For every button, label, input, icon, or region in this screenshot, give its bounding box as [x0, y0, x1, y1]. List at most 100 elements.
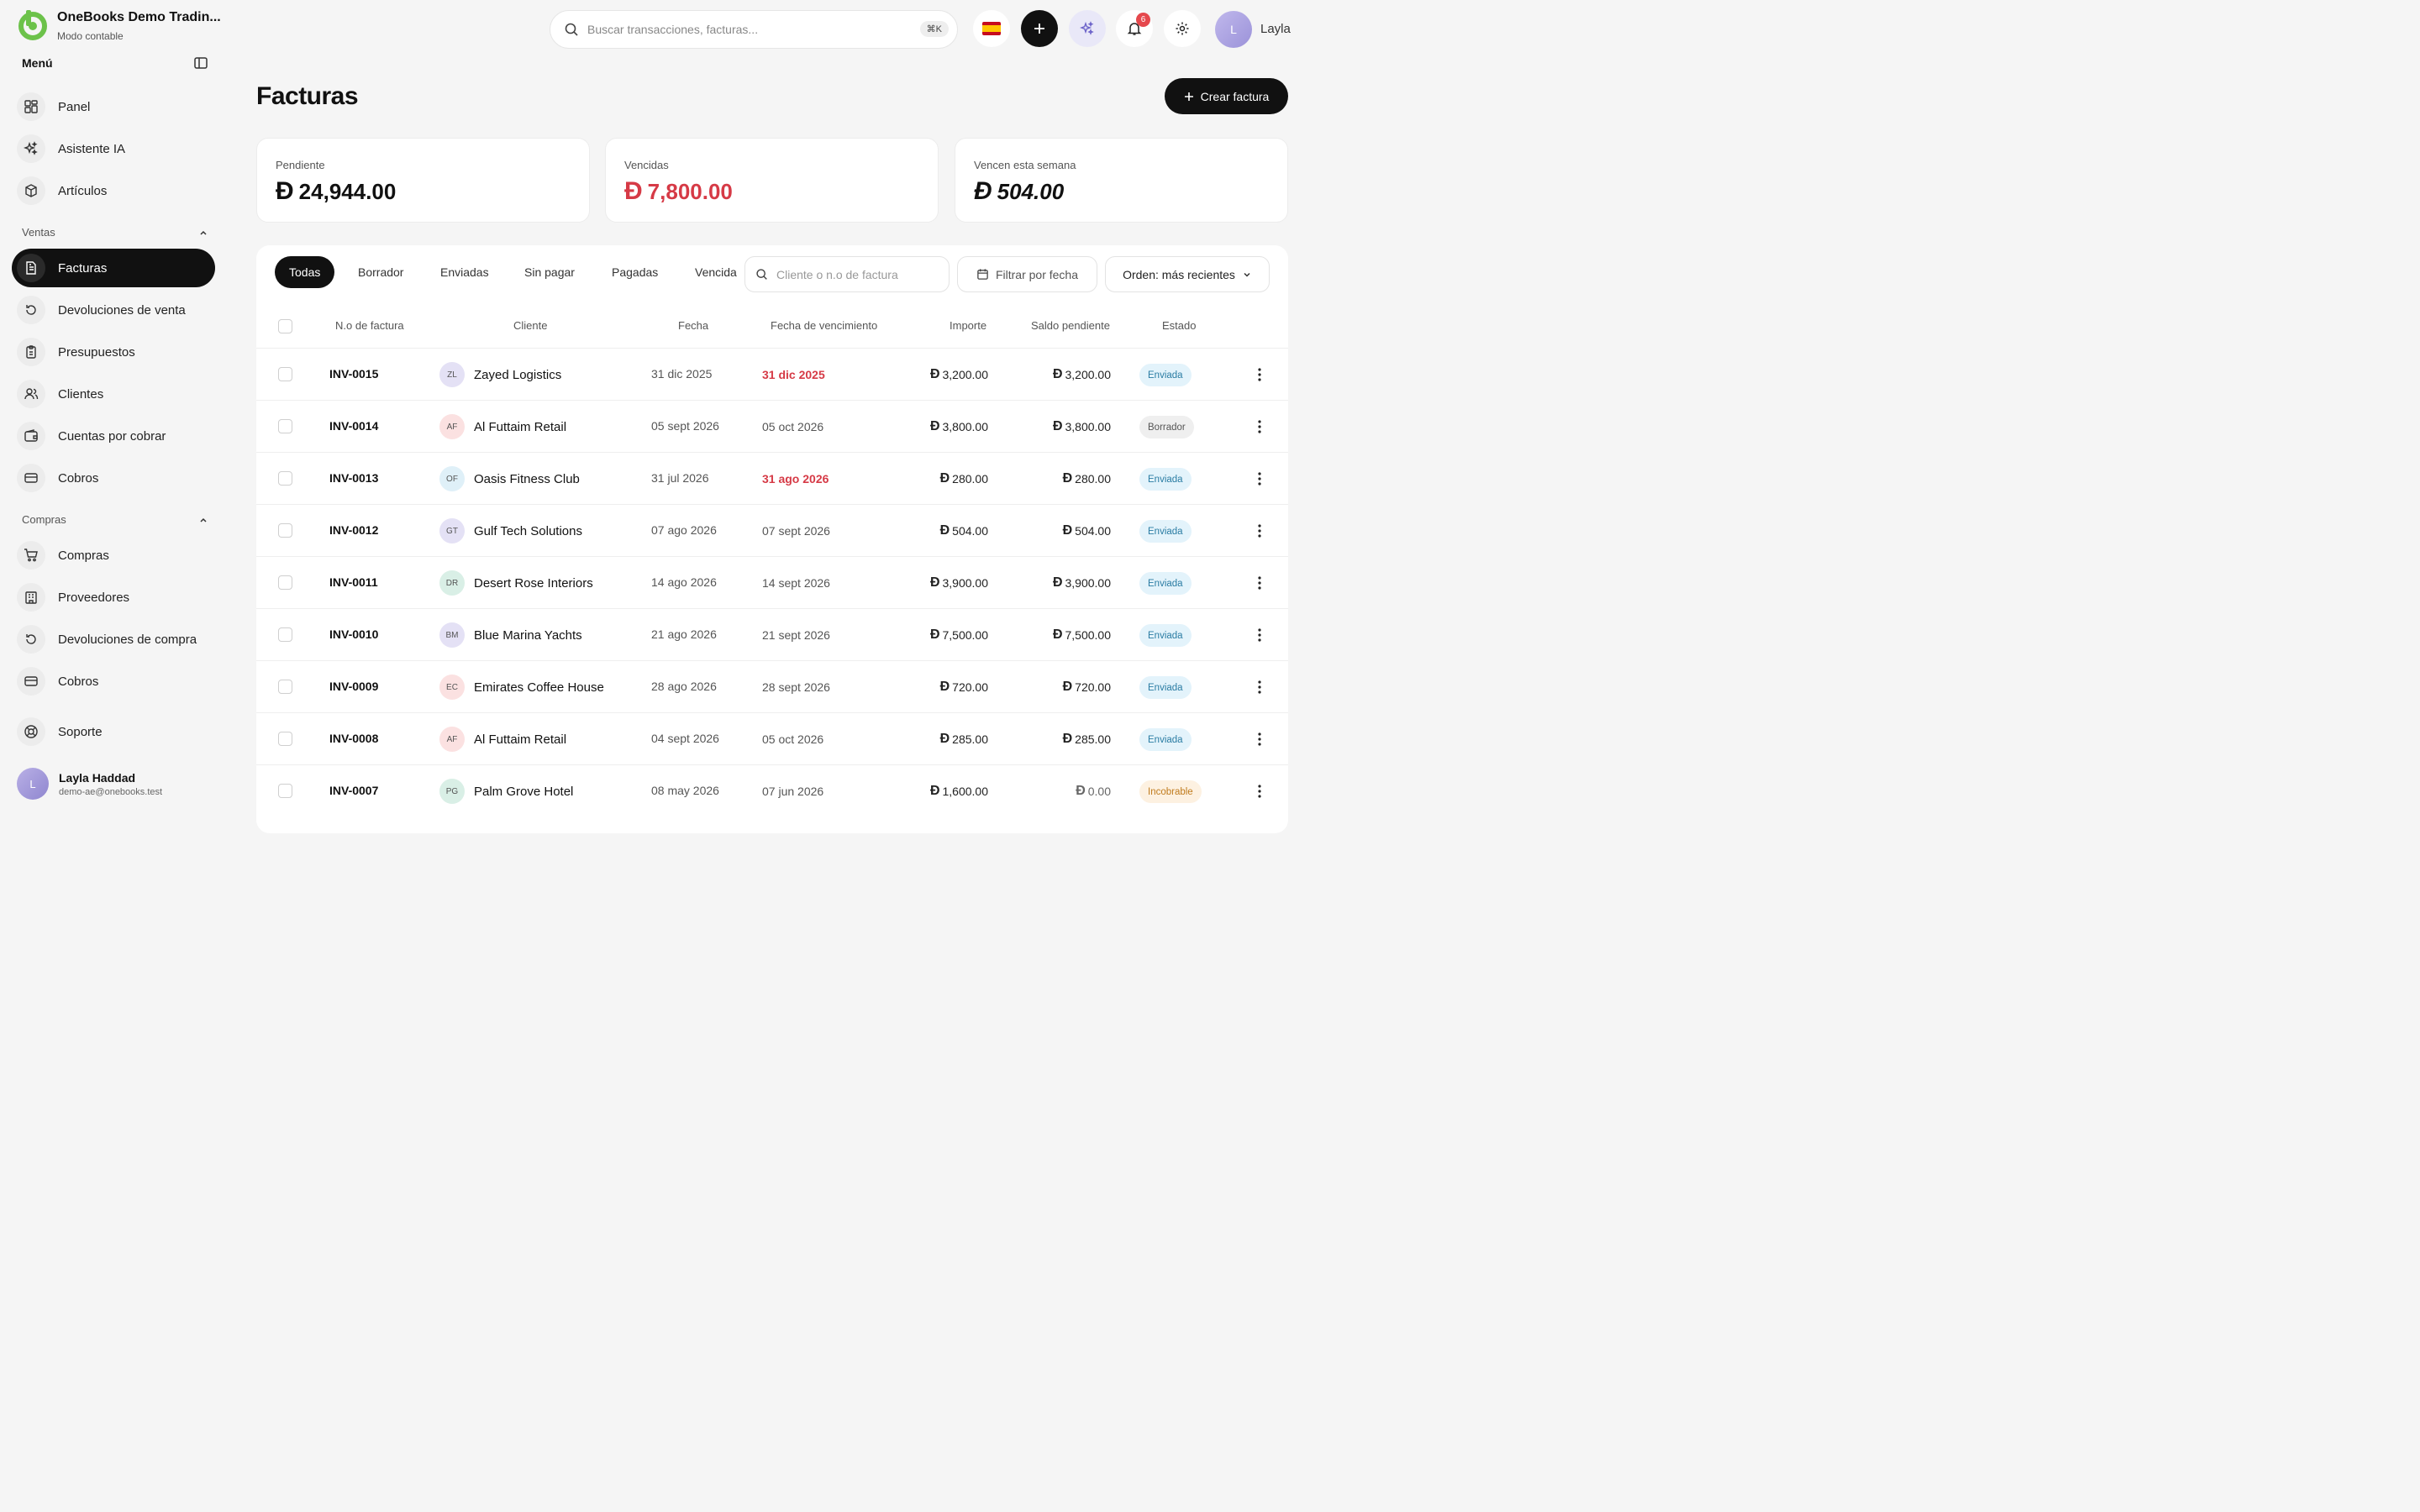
row-actions-button[interactable] [1253, 522, 1266, 540]
tab-draft[interactable]: Borrador [358, 256, 403, 288]
amount-value: 720.00 [952, 680, 988, 694]
col-balance[interactable]: Saldo pendiente [1031, 319, 1110, 332]
col-date[interactable]: Fecha [678, 319, 708, 332]
date-filter-button[interactable]: Filtrar por fecha [957, 256, 1097, 292]
status-badge: Borrador [1139, 416, 1194, 438]
currency-symbol: Ð [1052, 419, 1063, 433]
invoice-number[interactable]: INV-0007 [329, 784, 378, 797]
invoice-number[interactable]: INV-0009 [329, 680, 378, 693]
row-actions-button[interactable] [1253, 626, 1266, 644]
header-user-name[interactable]: Layla [1260, 22, 1291, 36]
quick-add-button[interactable] [1021, 10, 1058, 47]
search-input[interactable] [587, 23, 907, 36]
currency-symbol: Ð [929, 627, 940, 642]
row-checkbox[interactable] [278, 732, 292, 746]
sidebar-item-label: Proveedores [58, 590, 130, 605]
sidebar-item-purchase-returns[interactable]: Devoluciones de compra [12, 620, 215, 659]
table-row[interactable]: INV-0009 EC Emirates Coffee House 28 ago 20… [256, 660, 1288, 712]
sidebar-item-clients[interactable]: Clientes [12, 375, 215, 413]
row-actions-button[interactable] [1253, 417, 1266, 436]
create-invoice-label: Crear factura [1200, 89, 1270, 103]
table-row[interactable]: INV-0007 PG Palm Grove Hotel 08 may 2026 07 … [256, 764, 1288, 816]
invoice-amount: Ð 3,900.00 [930, 575, 988, 591]
select-all-checkbox[interactable] [278, 319, 292, 333]
table-row[interactable]: INV-0011 DR Desert Rose Interiors 14 ago 20… [256, 556, 1288, 608]
sidebar-item-label: Facturas [58, 260, 108, 276]
sidebar-item-collections[interactable]: Cobros [12, 459, 215, 497]
sidebar-item-ai-assistant[interactable]: Asistente IA [12, 129, 215, 168]
currency-symbol: Ð [1052, 367, 1063, 381]
table-row[interactable]: INV-0008 AF Al Futtaim Retail 04 sept 2026 0… [256, 712, 1288, 764]
section-ventas[interactable]: Ventas [22, 226, 208, 239]
sidebar-item-payments[interactable]: Cobros [12, 662, 215, 701]
user-avatar[interactable]: L [1215, 11, 1252, 48]
settings-button[interactable] [1164, 10, 1201, 47]
col-number[interactable]: N.o de factura [335, 319, 404, 332]
col-status[interactable]: Estado [1162, 319, 1196, 332]
invoice-search-box[interactable] [744, 256, 950, 292]
currency-symbol: Ð [929, 575, 940, 590]
sidebar-item-support[interactable]: Soporte [12, 712, 215, 751]
invoice-number[interactable]: INV-0010 [329, 627, 378, 641]
invoice-number[interactable]: INV-0013 [329, 471, 378, 485]
row-checkbox[interactable] [278, 575, 292, 590]
row-checkbox[interactable] [278, 523, 292, 538]
row-actions-button[interactable] [1253, 730, 1266, 748]
sidebar-toggle-icon[interactable] [193, 55, 208, 71]
row-checkbox[interactable] [278, 627, 292, 642]
wallet-icon [17, 422, 45, 450]
row-actions-button[interactable] [1253, 470, 1266, 488]
tab-unpaid[interactable]: Sin pagar [524, 256, 575, 288]
invoice-number[interactable]: INV-0014 [329, 419, 378, 433]
table-row[interactable]: INV-0010 BM Blue Marina Yachts 21 ago 2026 2… [256, 608, 1288, 660]
tab-all[interactable]: Todas [275, 256, 335, 288]
invoice-number[interactable]: INV-0012 [329, 523, 378, 537]
sidebar-item-quotes[interactable]: Presupuestos [12, 333, 215, 371]
sort-select[interactable]: Orden: más recientes [1105, 256, 1270, 292]
invoice-number[interactable]: INV-0011 [329, 575, 378, 589]
invoice-search-input[interactable] [776, 267, 936, 281]
tab-paid[interactable]: Pagadas [612, 256, 658, 288]
sidebar-user[interactable]: L Layla Haddad demo-ae@onebooks.test [17, 768, 162, 800]
due-date: 07 sept 2026 [762, 524, 830, 538]
row-checkbox[interactable] [278, 784, 292, 798]
row-checkbox[interactable] [278, 367, 292, 381]
col-amount[interactable]: Importe [950, 319, 986, 332]
sidebar-item-sales-returns[interactable]: Devoluciones de venta [12, 291, 215, 329]
invoice-number[interactable]: INV-0015 [329, 367, 378, 381]
tab-sent[interactable]: Enviadas [440, 256, 489, 288]
invoice-number[interactable]: INV-0008 [329, 732, 378, 745]
row-actions-button[interactable] [1253, 574, 1266, 592]
row-actions-button[interactable] [1253, 365, 1266, 384]
col-client[interactable]: Cliente [513, 319, 547, 332]
balance-due: Ð 280.00 [1063, 471, 1111, 486]
table-row[interactable]: INV-0012 GT Gulf Tech Solutions 07 ago 2026… [256, 504, 1288, 556]
sidebar-item-suppliers[interactable]: Proveedores [12, 578, 215, 617]
sidebar-item-invoices[interactable]: Facturas [12, 249, 215, 287]
global-search[interactable]: ⌘K [550, 10, 958, 49]
sidebar-item-articles[interactable]: Artículos [12, 171, 215, 210]
row-checkbox[interactable] [278, 471, 292, 486]
sidebar-item-purchases[interactable]: Compras [12, 536, 215, 575]
row-actions-button[interactable] [1253, 678, 1266, 696]
row-checkbox[interactable] [278, 419, 292, 433]
brand[interactable]: OneBooks Demo Tradin... Modo contable [17, 8, 221, 42]
col-due[interactable]: Fecha de vencimiento [771, 319, 877, 332]
due-date: 07 jun 2026 [762, 785, 824, 798]
row-actions-button[interactable] [1253, 782, 1266, 801]
language-button[interactable] [973, 10, 1010, 47]
kebab-menu-icon [1258, 472, 1261, 486]
tab-overdue[interactable]: Vencida [695, 256, 737, 288]
sidebar-item-receivables[interactable]: Cuentas por cobrar [12, 417, 215, 455]
table-row[interactable]: INV-0014 AF Al Futtaim Retail 05 sept 2026 0… [256, 400, 1288, 452]
sidebar-item-panel[interactable]: Panel [12, 87, 215, 126]
table-row[interactable]: INV-0013 OF Oasis Fitness Club 31 jul 2026 3… [256, 452, 1288, 504]
create-invoice-button[interactable]: Crear factura [1165, 78, 1288, 114]
kebab-menu-icon [1258, 628, 1261, 642]
table-row[interactable]: INV-0015 ZL Zayed Logistics 31 dic 2025 31 d… [256, 348, 1288, 400]
row-checkbox[interactable] [278, 680, 292, 694]
section-compras[interactable]: Compras [22, 513, 208, 526]
ai-button[interactable] [1069, 10, 1106, 47]
sidebar-item-label: Cobros [58, 674, 99, 689]
notifications-button[interactable]: 6 [1116, 10, 1153, 47]
